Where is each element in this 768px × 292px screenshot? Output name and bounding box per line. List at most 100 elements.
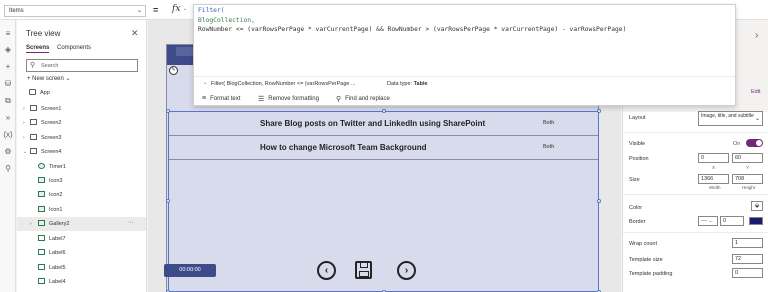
divider [623,232,768,233]
visible-toggle[interactable] [746,139,763,147]
position-x-input[interactable]: 0 [698,153,729,163]
tree-item-label: Label5 [49,265,66,271]
gallery-row[interactable]: Share Blog posts on Twitter and LinkedIn… [169,112,598,136]
gallery-row[interactable]: How to change Microsoft Team Background … [169,136,598,160]
timer-icon [38,163,45,169]
format-text-button[interactable]: ≡ Format text [202,95,240,102]
tree-item-screen2[interactable]: › Screen2 [17,116,146,130]
fill-color-icon[interactable]: ⬙ [751,201,763,211]
tree-search-input[interactable]: ⚲ Search [26,59,138,72]
close-icon[interactable]: ✕ [131,28,139,39]
variables-icon[interactable]: (x) [3,130,13,140]
tree-item-icon3[interactable]: Icon3 [17,174,146,188]
tab-components[interactable]: Components [57,45,91,51]
more-options-icon[interactable]: ··· [127,219,134,226]
tree-item-label7[interactable]: Label7 [17,232,146,246]
shapes-icon [38,206,45,212]
gallery-row-title: How to change Microsoft Team Background [260,143,427,152]
tree-item-app[interactable]: App [17,86,146,100]
gallery-row-tag: Both [543,144,555,150]
template-size-input[interactable]: 72 [732,254,763,264]
position-y-input[interactable]: 60 [732,153,763,163]
tab-screens[interactable]: Screens [26,45,50,53]
formula-line-1: Filter( [198,7,225,14]
chevron-down-icon[interactable]: ⌄ [203,80,207,86]
resize-handle[interactable] [166,109,170,113]
tree-item-label: Screen4 [41,149,62,155]
previous-page-icon[interactable]: ‹ [317,261,336,280]
chevron-down-icon[interactable]: ⌄ [23,149,27,155]
tree-item-label: Icon1 [49,207,63,213]
border-style-dropdown[interactable]: ── ⌄ [698,216,718,226]
screen-icon [30,148,37,154]
layers-icon[interactable]: ◈ [3,45,13,55]
fx-icon[interactable]: fx [172,4,180,14]
tree-item-label4[interactable]: Label4 [17,275,146,289]
shapes-icon [38,177,45,183]
format-text-icon: ≡ [202,95,207,102]
tree-item-screen1[interactable]: › Screen1 [17,102,146,116]
chevron-right-icon[interactable]: › [30,221,32,227]
find-replace-button[interactable]: ⚲ Find and replace [336,95,390,103]
edit-fields-link[interactable]: Edit [751,89,760,95]
tree-item-timer1[interactable]: Timer1 [17,160,146,174]
visible-value: On [733,141,741,147]
timer-control[interactable]: 00:00:00 [164,264,216,277]
position-label: Position [629,156,649,162]
save-icon[interactable] [355,261,372,279]
tools-icon[interactable]: ⚙ [3,147,13,157]
size-width-input[interactable]: 1366 [698,174,729,184]
tree-item-screen3[interactable]: › Screen3 [17,131,146,145]
tree-item-icon1[interactable]: Icon1 [17,203,146,217]
template-padding-input[interactable]: 0 [732,268,763,278]
wrap-count-input[interactable]: 1 [732,238,763,248]
property-dropdown[interactable]: Items ⌄ [4,5,146,17]
tree-view-title: Tree view [26,29,61,38]
position-y-sub: Y [746,165,750,170]
gallery[interactable]: Share Blog posts on Twitter and LinkedIn… [166,109,601,292]
chevron-right-icon[interactable]: › [755,30,758,41]
chevron-right-icon[interactable]: › [23,135,25,141]
size-height-input[interactable]: 708 [732,174,763,184]
layout-dropdown[interactable]: Image, title, and subtitle ⌄ [698,111,763,126]
chevron-right-icon[interactable]: › [23,120,25,126]
resize-handle[interactable] [597,199,601,203]
power-automate-icon[interactable]: » [3,113,13,123]
fx-chevron-down-icon[interactable]: ⌄ [183,6,187,12]
format-text-label: Format text [210,95,241,102]
tree-item-label5[interactable]: Label5 [17,261,146,275]
next-page-icon[interactable]: › [397,261,416,280]
tree-item-icon2[interactable]: Icon2 [17,188,146,202]
formula-editor[interactable]: Filter( BlogCollection, RowNumber <= (va… [193,4,736,106]
border-width-input[interactable]: 0 [720,216,744,226]
remove-formatting-button[interactable]: ☰ Remove formatting [258,95,319,103]
wrap-count-label: Wrap count [629,241,658,247]
new-screen-button[interactable]: + New screen ⌄ [27,75,71,82]
media-icon[interactable]: ⧉ [3,96,13,106]
gallery-row-tag: Both [543,120,555,126]
edit-pencil-icon[interactable]: ✎ [169,66,178,75]
resize-handle[interactable] [597,109,601,113]
tree-item-screen4[interactable]: ⌄ Screen4 [17,145,146,159]
search-icon: ⚲ [336,96,342,103]
search-icon: ⚲ [30,62,36,69]
tree-item-label: App [40,90,50,96]
chevron-right-icon[interactable]: › [23,106,25,112]
tree-item-label6[interactable]: Label6 [17,246,146,260]
search-icon[interactable]: ⚲ [3,164,13,174]
save-icon-base [359,271,369,277]
database-icon[interactable]: ⛁ [3,79,13,89]
resize-handle[interactable] [382,109,386,113]
formula-hint-bar: ⌄ Filter( BlogCollection, RowNumber <= (… [194,76,735,89]
formula-code[interactable]: Filter( BlogCollection, RowNumber <= (va… [198,6,626,35]
chevron-down-icon: ⌄ [136,8,142,14]
plus-icon[interactable]: + [3,62,13,72]
size-width-sub: Width [709,185,721,190]
screen-icon [30,105,37,111]
border-color-swatch[interactable] [749,217,763,225]
formula-toolbar: ≡ Format text ☰ Remove formatting ⚲ Find… [194,93,735,106]
hamburger-icon[interactable]: ≡ [3,29,13,39]
resize-handle[interactable] [166,199,170,203]
tree-item-gallery2[interactable]: › Gallery2 ··· [17,217,146,231]
color-label: Color [629,205,643,211]
